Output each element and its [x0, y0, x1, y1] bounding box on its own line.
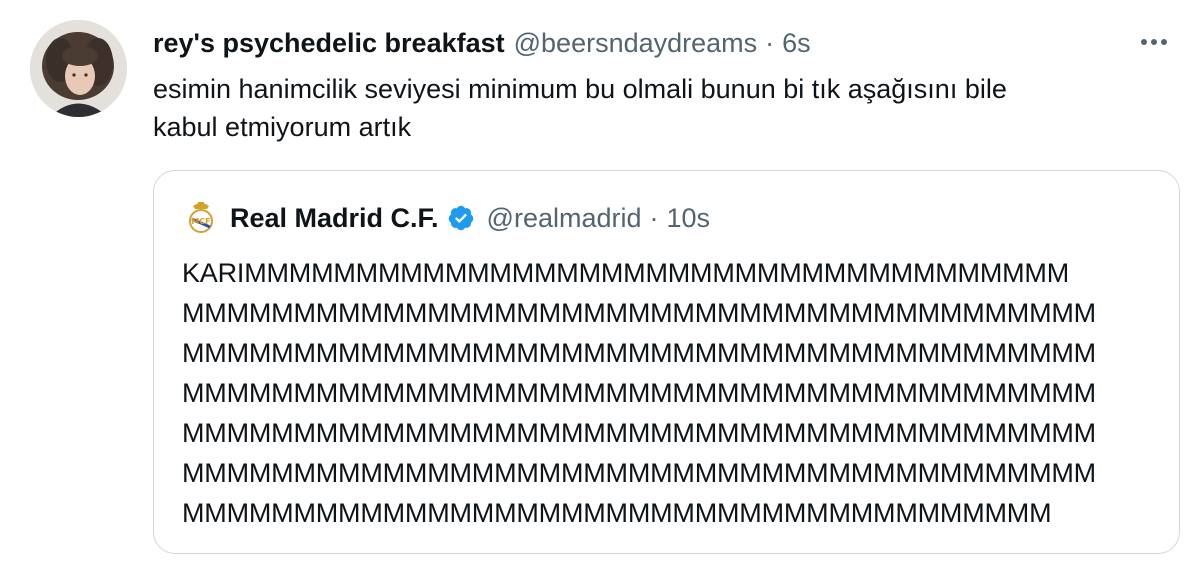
user-handle[interactable]: @beersndaydreams	[514, 28, 758, 59]
quoted-user-handle[interactable]: @realmadrid	[487, 203, 642, 234]
quoted-text-line: MMMMMMMMMMMMMMMMMMMMMMMMMMMMMMMMMMMMMMMM…	[182, 298, 1096, 328]
tweet-text-line: esimin hanimcilik seviyesi minimum bu ol…	[153, 74, 1007, 104]
timestamp[interactable]: 6s	[782, 28, 811, 59]
quoted-text-line: MMMMMMMMMMMMMMMMMMMMMMMMMMMMMMMMMMMMMMMM…	[182, 338, 1096, 368]
more-horizontal-icon[interactable]	[1134, 24, 1174, 60]
quoted-tweet-text: KARIMMMMMMMMMMMMMMMMMMMMMMMMMMMMMMMMMMMM…	[182, 253, 1172, 533]
tweet-header: rey's psychedelic breakfast @beersndaydr…	[153, 26, 811, 60]
quoted-text-line: MMMMMMMMMMMMMMMMMMMMMMMMMMMMMMMMMMMMMMMM…	[182, 418, 1096, 448]
user-avatar[interactable]	[30, 20, 127, 117]
display-name[interactable]: rey's psychedelic breakfast	[153, 28, 505, 59]
quoted-text-line: KARIMMMMMMMMMMMMMMMMMMMMMMMMMMMMMMMMMMMM…	[182, 258, 1069, 288]
real-madrid-crest-icon: MCF	[186, 200, 216, 236]
quoted-text-line: MMMMMMMMMMMMMMMMMMMMMMMMMMMMMMMMMMMMMMMM…	[182, 378, 1096, 408]
svg-text:MCF: MCF	[191, 217, 210, 226]
separator-dot: ·	[649, 202, 659, 233]
quoted-text-line: MMMMMMMMMMMMMMMMMMMMMMMMMMMMMMMMMMMMMMMM…	[182, 458, 1096, 488]
quoted-text-line: MMMMMMMMMMMMMMMMMMMMMMMMMMMMMMMMMMMMMMM	[182, 498, 1052, 528]
quoted-timestamp[interactable]: 10s	[667, 203, 711, 234]
quoted-display-name[interactable]: Real Madrid C.F.	[230, 203, 439, 234]
quoted-tweet-header: MCF Real Madrid C.F. @realmadrid · 10s	[186, 199, 710, 237]
verified-badge-icon	[447, 204, 475, 232]
tweet-text: esimin hanimcilik seviyesi minimum bu ol…	[153, 70, 1153, 146]
tweet: rey's psychedelic breakfast @beersndaydr…	[0, 0, 1200, 572]
tweet-text-line: kabul etmiyorum artık	[153, 112, 412, 142]
separator-dot: ·	[765, 27, 775, 58]
quoted-tweet[interactable]: MCF Real Madrid C.F. @realmadrid · 10s K…	[153, 170, 1180, 554]
